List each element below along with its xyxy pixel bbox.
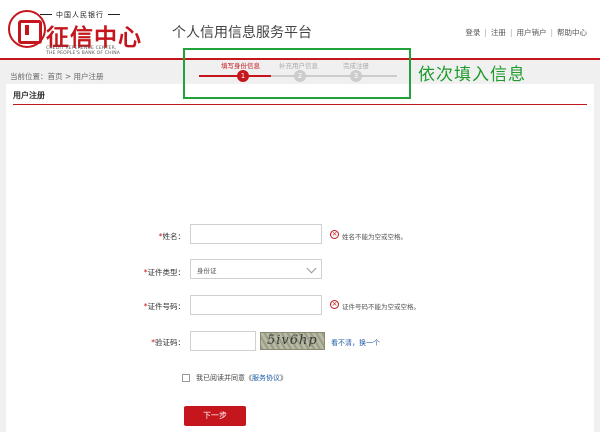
id-type-value: 身份证	[197, 267, 217, 275]
link-separator: |	[550, 28, 553, 37]
link-separator: |	[484, 28, 487, 37]
step-track-1	[199, 75, 271, 77]
agree-checkbox[interactable]	[182, 374, 190, 382]
link-separator: |	[509, 28, 513, 37]
name-label: *姓名：	[158, 232, 185, 241]
site-title: 个人信用信息服务平台	[172, 25, 312, 41]
registration-panel: 用户注册	[6, 84, 594, 432]
credit-center-logo-icon[interactable]	[8, 10, 46, 48]
captcha-image[interactable]: 5iv6hp	[260, 332, 325, 350]
step-number-2: 2	[294, 70, 306, 82]
id-number-error-icon: ×	[330, 300, 339, 309]
register-link[interactable]: 注册	[491, 27, 506, 38]
logo-english: CREDIT REFERENCE CENTER, THE PEOPLE'S BA…	[46, 46, 121, 56]
login-link[interactable]: 登录	[465, 27, 480, 38]
agree-text: 我已阅读并同意《服务协议》	[196, 374, 287, 382]
id-number-error-text: 证件号码不能为空或空格。	[342, 303, 420, 311]
help-center-link[interactable]: 帮助中心	[557, 27, 587, 38]
service-agreement-link[interactable]: 服务协议	[252, 374, 280, 382]
captcha-code: 5iv6hp	[267, 333, 318, 348]
name-input[interactable]	[190, 224, 322, 244]
captcha-label: *验证码：	[151, 338, 185, 347]
name-error-text: 姓名不能为空或空格。	[342, 233, 407, 241]
top-links: 登录 | 注册 | 用户销户 | 帮助中心	[465, 27, 587, 38]
step-label-1: 填写身份信息	[221, 62, 260, 70]
name-error-icon: ×	[330, 230, 339, 239]
step-label-2: 补充用户信息	[279, 62, 318, 70]
refresh-captcha-link[interactable]: 看不清，换一个	[331, 338, 380, 348]
cancel-account-link[interactable]: 用户销户	[516, 27, 546, 38]
chevron-down-icon	[306, 263, 317, 274]
panel-title: 用户注册	[13, 91, 45, 100]
id-type-select[interactable]: 身份证	[190, 259, 322, 279]
step-label-3: 完成注册	[343, 62, 369, 70]
id-number-label: *证件号码：	[143, 302, 185, 311]
captcha-input[interactable]	[190, 331, 256, 351]
panel-divider	[13, 104, 587, 105]
next-step-button[interactable]: 下一步	[184, 406, 246, 426]
id-number-input[interactable]	[190, 295, 322, 315]
step-indicator: 填写身份信息 补充用户信息 完成注册 1 2 3	[183, 48, 411, 99]
fill-hint: 依次填入信息	[418, 65, 526, 85]
step-track-3	[337, 75, 397, 77]
step-number-1: 1	[237, 70, 249, 82]
id-type-label: *证件类型：	[143, 268, 185, 277]
breadcrumb: 当前位置：首页 > 用户注册	[10, 72, 104, 81]
step-number-3: 3	[350, 70, 362, 82]
